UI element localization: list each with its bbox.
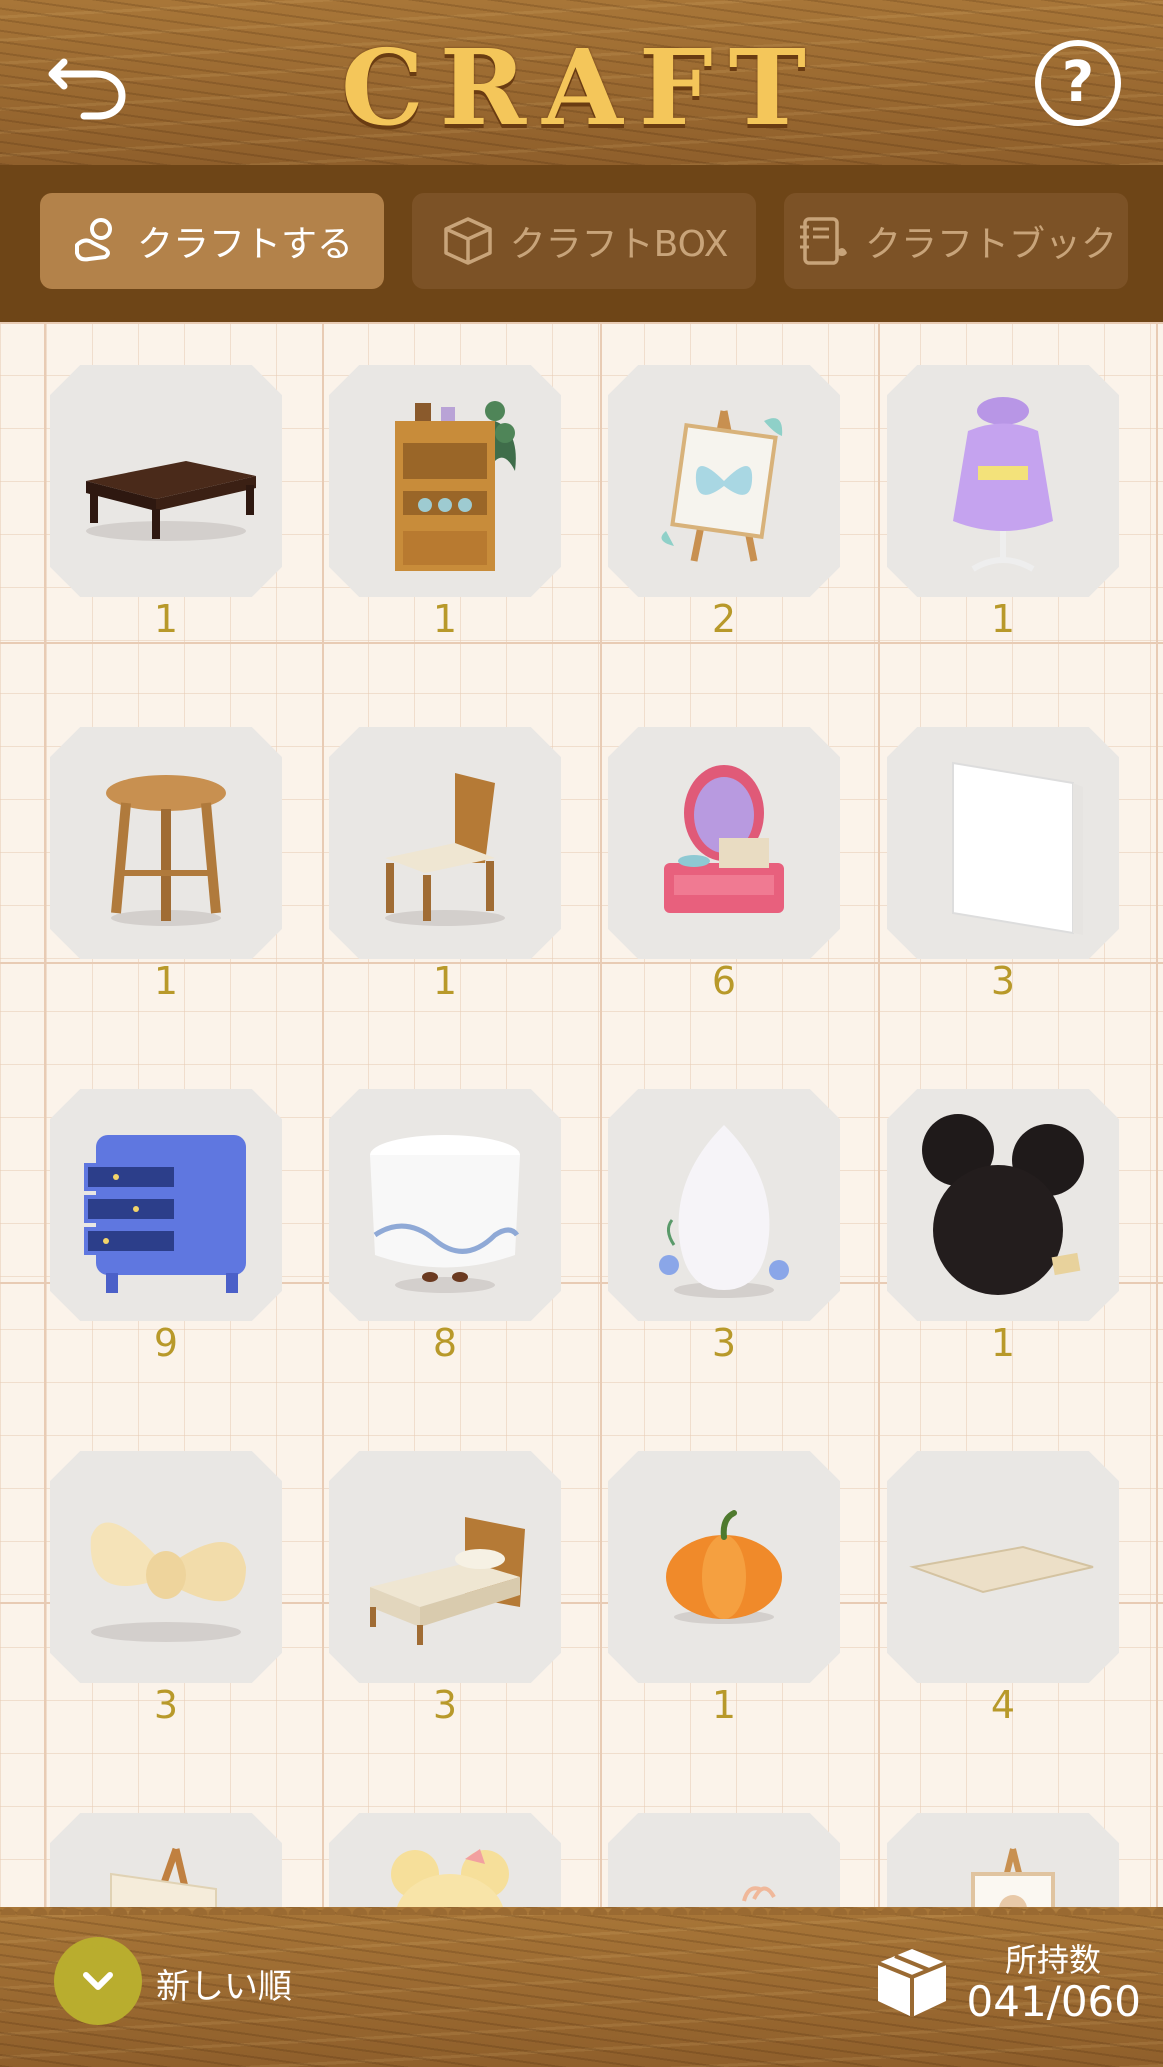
- book-icon: [799, 217, 847, 265]
- portrait-easel-icon: [970, 1848, 1056, 1907]
- item-count: 9: [153, 1321, 179, 1365]
- tab-craft-book-label: クラフトブック: [864, 224, 1117, 265]
- vanity-dresser-icon: [664, 765, 784, 913]
- tab-craft-label: クラフトする: [136, 224, 353, 265]
- sort-order-label[interactable]: 新しい順: [156, 1959, 292, 2008]
- hutch-shelf-icon: [395, 401, 516, 571]
- item-portrait-easel[interactable]: 1: [887, 1813, 1119, 1907]
- item-grid: 1 1 2 1 1 1 6 3 9 8 3 1 3 3 1 4: [0, 322, 1163, 1907]
- item-dark-coffee-table[interactable]: 1: [50, 365, 282, 639]
- item-lace-round-table[interactable]: 8: [329, 1089, 561, 1363]
- item-cream-rug[interactable]: 4: [887, 1451, 1119, 1725]
- chair-icon: [385, 773, 505, 926]
- item-white-canvas[interactable]: 3: [887, 727, 1119, 1001]
- egg-icon: [659, 1125, 789, 1298]
- item-count: 1: [432, 959, 458, 1003]
- dress-mannequin-icon: [953, 397, 1053, 572]
- bed-icon: [370, 1517, 525, 1645]
- item-count: 1: [990, 1321, 1016, 1365]
- header-bar: CRAFT ?: [0, 0, 1163, 165]
- help-button[interactable]: ?: [1035, 40, 1121, 126]
- tab-craft-box[interactable]: クラフトBOX: [412, 193, 756, 289]
- item-count: 8: [432, 1321, 458, 1365]
- inventory-box-icon: [877, 1949, 947, 2017]
- canvas-icon: [952, 761, 1083, 935]
- item-count: 3: [711, 1321, 737, 1365]
- craft-hand-icon: [74, 218, 112, 262]
- item-turtle-terrarium[interactable]: 3: [608, 1813, 840, 1907]
- page-title: CRAFT: [340, 26, 823, 149]
- tab-craft-book[interactable]: クラフトブック: [784, 193, 1128, 289]
- item-count: 1: [153, 597, 179, 641]
- owned-count-value: 041/060: [966, 1977, 1141, 2026]
- coffee-table-icon: [86, 461, 256, 541]
- item-count: 1: [711, 1683, 737, 1727]
- easel-icon: [110, 1847, 220, 1907]
- item-butterfly-easel[interactable]: 2: [608, 365, 840, 639]
- bow-cushion-icon: [90, 1522, 246, 1642]
- item-count: 2: [711, 597, 737, 641]
- item-count: 1: [153, 959, 179, 1003]
- minnie-chair-icon: [391, 1849, 509, 1907]
- tab-craft[interactable]: クラフトする: [40, 193, 384, 289]
- item-count: 4: [990, 1683, 1016, 1727]
- item-mickey-ears-plush[interactable]: 1: [887, 1089, 1119, 1363]
- item-wooden-stool[interactable]: 1: [50, 727, 282, 1001]
- item-wooden-hutch-shelf[interactable]: 1: [329, 365, 561, 639]
- pumpkin-icon: [666, 1510, 782, 1624]
- item-wooden-bed[interactable]: 3: [329, 1451, 561, 1725]
- chevron-down-icon: [83, 1972, 113, 1990]
- item-count: 3: [153, 1683, 179, 1727]
- item-pink-vanity-dresser[interactable]: 6: [608, 727, 840, 1001]
- item-count: 3: [432, 1683, 458, 1727]
- tab-craft-box-label: クラフトBOX: [509, 224, 729, 265]
- help-icon: ?: [1061, 50, 1095, 115]
- stool-icon: [106, 775, 226, 926]
- mickey-plush-icon: [922, 1114, 1084, 1295]
- item-count: 3: [990, 959, 1016, 1003]
- item-blank-easel[interactable]: 2: [50, 1813, 282, 1907]
- item-white-egg-decoration[interactable]: 3: [608, 1089, 840, 1363]
- sort-button[interactable]: [54, 1937, 142, 2025]
- item-count: 1: [990, 597, 1016, 641]
- item-minnie-chair[interactable]: 2: [329, 1813, 561, 1907]
- item-pumpkin[interactable]: 1: [608, 1451, 840, 1725]
- tab-bar: クラフトする クラフトBOX クラフトブック: [0, 165, 1163, 330]
- footer-bar: 新しい順 所持数 041/060: [0, 1899, 1163, 2067]
- box-icon: [443, 217, 492, 265]
- item-count: 1: [432, 597, 458, 641]
- butterfly-easel-icon: [661, 410, 783, 562]
- owned-count-label: 所持数: [1004, 1941, 1101, 1979]
- item-blue-chest-of-drawers[interactable]: 9: [50, 1089, 282, 1363]
- lace-table-icon: [370, 1135, 520, 1293]
- turtle-terrarium-icon: [742, 1886, 776, 1902]
- item-wooden-chair[interactable]: 1: [329, 727, 561, 1001]
- rug-icon: [909, 1545, 1094, 1594]
- item-cream-bow-cushion[interactable]: 3: [50, 1451, 282, 1725]
- item-count: 6: [711, 959, 737, 1003]
- chest-of-drawers-icon: [84, 1135, 246, 1293]
- item-lavender-dress-mannequin[interactable]: 1: [887, 365, 1119, 639]
